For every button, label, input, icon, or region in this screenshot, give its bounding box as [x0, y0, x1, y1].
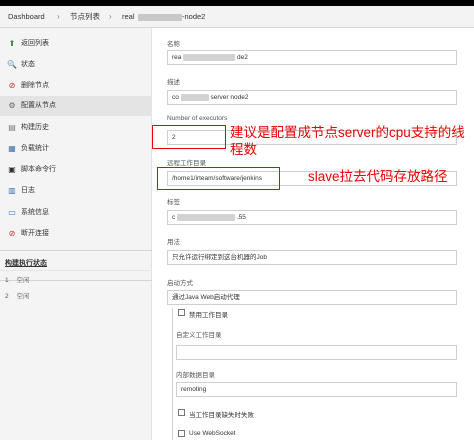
document-icon: ▥	[8, 186, 16, 195]
sidebar: ⬆ 返回列表 🔍 状态 ⊘ 删除节点 ⚙ 配置从节点 ▤ 构建历史 ▦ 负载统计…	[0, 28, 152, 440]
no-entry-icon: ⊘	[8, 229, 16, 238]
executor-status-title[interactable]: 构建执行状态	[5, 258, 47, 268]
usage-label: 用法	[167, 239, 180, 246]
fail-if-missing-checkbox[interactable]	[178, 409, 185, 416]
sidebar-item-load-statistics[interactable]: ▦ 负载统计	[0, 139, 152, 159]
usage-select[interactable]: 只允许运行绑定到这台机器的Job	[167, 250, 457, 265]
annotation-executors: 建议是配置成节点server的cpu支持的线程数	[230, 125, 465, 157]
up-arrow-icon: ⬆	[8, 39, 16, 48]
executor-number: 2	[5, 293, 9, 300]
description-prefix: co	[172, 94, 179, 101]
name-label: 名称	[167, 41, 180, 48]
redaction-mask	[138, 14, 182, 21]
annotation-box-executors	[152, 125, 226, 149]
remote-root-label: 远程工作目录	[167, 160, 206, 167]
redaction-mask	[183, 53, 236, 61]
sidebar-item-label: 系统信息	[21, 209, 49, 216]
chart-icon: ▦	[8, 144, 16, 153]
sidebar-item-label: 断开连接	[21, 230, 49, 237]
launch-options-border	[172, 308, 173, 440]
sidebar-item-label: 负载统计	[21, 145, 49, 152]
terminal-icon: ▣	[8, 165, 16, 174]
custom-workdir-label: 自定义工作目录	[176, 332, 222, 339]
description-input[interactable]: co server node2	[167, 90, 457, 105]
breadcrumb-separator: ›	[57, 12, 60, 21]
name-suffix: de2	[237, 54, 248, 61]
redaction-mask	[180, 93, 209, 101]
internal-data-dir-label: 内部数据目录	[176, 372, 215, 379]
sidebar-item-system-info[interactable]: ▭ 系统信息	[0, 203, 152, 223]
use-websocket-checkbox[interactable]	[178, 430, 185, 437]
name-input[interactable]: rea de2	[167, 50, 457, 65]
custom-workdir-input[interactable]	[176, 345, 457, 360]
executor-row: 1 空闲	[5, 274, 29, 288]
monitor-icon: ▭	[8, 208, 16, 217]
fail-if-missing-label: 当工作目录缺失时失败	[189, 412, 254, 419]
sidebar-item-label: 返回列表	[21, 40, 49, 47]
sidebar-item-log[interactable]: ▥ 日志	[0, 181, 152, 201]
config-form: 名称 rea de2 描述 co server node2 Number of …	[152, 28, 474, 440]
description-suffix: server node2	[210, 94, 249, 101]
launch-label: 启动方式	[167, 280, 193, 287]
executor-state: 空闲	[16, 277, 30, 284]
sidebar-item-build-history[interactable]: ▤ 构建历史	[0, 118, 152, 138]
launch-select[interactable]: 通过Java Web启动代理	[167, 290, 457, 305]
labels-prefix: c	[172, 214, 176, 221]
sidebar-item-label: 配置从节点	[21, 102, 56, 109]
executor-number: 1	[5, 277, 9, 284]
sidebar-item-delete-node[interactable]: ⊘ 删除节点	[0, 76, 152, 96]
annotation-workdir: slave拉去代码存放路径	[308, 169, 448, 184]
usage-value: 只允许运行绑定到这台机器的Job	[172, 254, 267, 261]
breadcrumb-node-suffix[interactable]: -node2	[182, 6, 205, 28]
launch-value: 通过Java Web启动代理	[172, 294, 240, 301]
breadcrumb: Dashboard › 节点列表 › real -node2	[0, 6, 474, 28]
sidebar-item-script-console[interactable]: ▣ 脚本命令行	[0, 160, 152, 180]
name-prefix: rea	[172, 54, 182, 61]
use-websocket-label: Use WebSocket	[189, 430, 236, 437]
sidebar-item-back-to-list[interactable]: ⬆ 返回列表	[0, 34, 152, 54]
sidebar-item-configure[interactable]: ⚙ 配置从节点	[0, 96, 152, 116]
internal-data-dir-input[interactable]: remoting	[176, 382, 457, 397]
gear-icon: ⚙	[8, 101, 16, 110]
labels-suffix: .55	[236, 214, 246, 221]
executor-row: 2 空闲	[5, 290, 29, 304]
sidebar-item-label: 构建历史	[21, 124, 49, 131]
no-entry-icon: ⊘	[8, 81, 16, 90]
breadcrumb-node-list[interactable]: 节点列表	[70, 6, 100, 28]
breadcrumb-dashboard[interactable]: Dashboard	[8, 6, 45, 28]
sidebar-item-label: 状态	[21, 61, 35, 68]
labels-label: 标签	[167, 199, 180, 206]
sidebar-item-disconnect[interactable]: ⊘ 断开连接	[0, 224, 152, 244]
divider	[0, 270, 152, 271]
redaction-mask	[177, 213, 236, 221]
sidebar-item-label: 日志	[21, 187, 35, 194]
description-label: 描述	[167, 79, 180, 86]
sidebar-item-status[interactable]: 🔍 状态	[0, 55, 152, 75]
magnifier-icon: 🔍	[7, 60, 17, 69]
divider	[0, 250, 152, 251]
labels-input[interactable]: c .55	[167, 210, 457, 225]
notepad-icon: ▤	[8, 123, 16, 132]
executors-label: Number of executors	[167, 115, 228, 122]
sidebar-item-label: 脚本命令行	[21, 166, 56, 173]
sidebar-item-label: 删除节点	[21, 82, 49, 89]
annotation-box-workdir	[157, 167, 280, 190]
breadcrumb-node-prefix[interactable]: real	[122, 6, 135, 28]
disable-workdir-label: 禁用工作目录	[189, 312, 228, 319]
breadcrumb-separator: ›	[109, 12, 112, 21]
executor-state: 空闲	[16, 293, 30, 300]
disable-workdir-checkbox[interactable]	[178, 309, 185, 316]
